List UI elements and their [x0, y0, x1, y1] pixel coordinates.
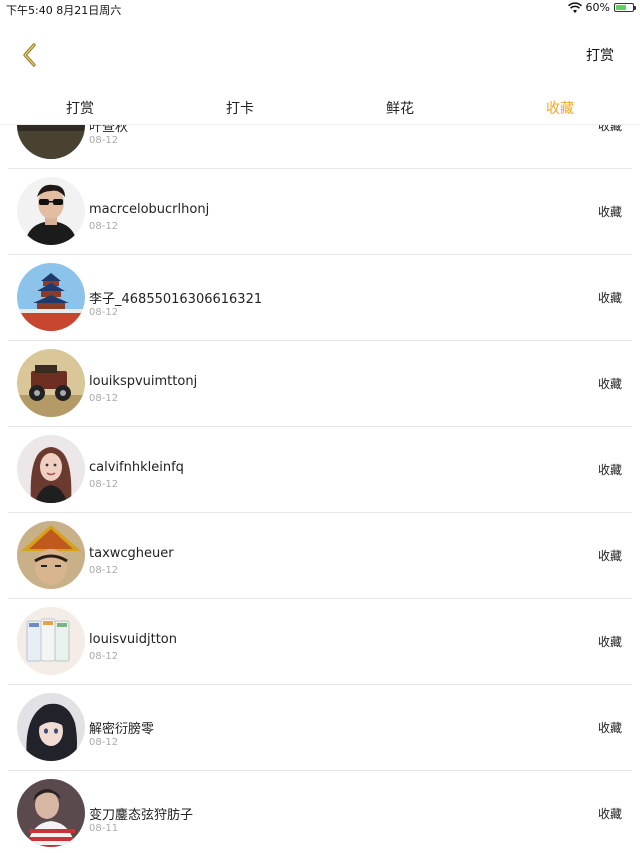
favorite-action[interactable]: 收藏 [598, 124, 622, 134]
woman-portrait-avatar [17, 435, 85, 503]
user-name: 变刀鏖态弦狩肪子 [89, 808, 194, 823]
status-time-date: 下午5:40 8月21日周六 [6, 4, 122, 17]
user-name: louikspvuimttonj [89, 374, 198, 389]
user-name: 叶查秋 [89, 124, 129, 135]
man-sunglasses-avatar [17, 177, 85, 245]
favorite-action[interactable]: 收藏 [598, 633, 622, 650]
striped-shirt-avatar [17, 779, 85, 847]
user-name: taxwcgheuer [89, 546, 174, 561]
chevron-left-icon [23, 43, 36, 67]
favorite-action[interactable]: 收藏 [598, 805, 622, 822]
tab-flowers[interactable]: 鲜花 [320, 90, 480, 124]
cards-avatar [17, 607, 85, 675]
user-name: louisvuidjtton [89, 632, 177, 647]
favorite-date: 08-12 [89, 651, 119, 662]
favorite-action[interactable]: 收藏 [598, 375, 622, 392]
favorite-action[interactable]: 收藏 [598, 461, 622, 478]
favorite-date: 08-12 [89, 221, 119, 232]
tab-favorites[interactable]: 收藏 [480, 90, 640, 124]
favorite-date: 08-11 [89, 823, 119, 834]
user-name: macrcelobucrlhonj [89, 202, 210, 217]
list-item[interactable]: louikspvuimttonj 08-12 收藏 [8, 341, 632, 427]
tab-reward[interactable]: 打赏 [0, 90, 160, 124]
anime-girl-avatar [17, 693, 85, 761]
favorite-date: 08-12 [89, 479, 119, 490]
temple-of-heaven-avatar [17, 263, 85, 331]
status-bar: 下午5:40 8月21日周六 60% [0, 0, 640, 18]
wifi-icon [567, 1, 582, 13]
list-item[interactable]: calvifnhkleinfq 08-12 收藏 [8, 427, 632, 513]
status-right-group: 60% [567, 1, 636, 14]
list-item[interactable]: 变刀鏖态弦狩肪子 08-11 收藏 [8, 771, 632, 853]
list-item[interactable]: 叶查秋 08-12 收藏 [8, 124, 632, 169]
list-item[interactable]: macrcelobucrlhonj 08-12 收藏 [8, 169, 632, 255]
favorite-action[interactable]: 收藏 [598, 289, 622, 306]
anime-hat-avatar [17, 521, 85, 589]
nav-bar: 打赏 [0, 30, 640, 80]
user-name: 李子_46855016306616321 [89, 292, 263, 307]
favorite-action[interactable]: 收藏 [598, 719, 622, 736]
vintage-car-avatar [17, 349, 85, 417]
back-button[interactable] [18, 42, 42, 68]
battery-fill [616, 5, 626, 10]
favorite-date: 08-12 [89, 307, 119, 318]
favorite-action[interactable]: 收藏 [598, 203, 622, 220]
list-item[interactable]: taxwcgheuer 08-12 收藏 [8, 513, 632, 599]
battery-charging-icon [614, 3, 636, 12]
list-item[interactable]: louisvuidjtton 08-12 收藏 [8, 599, 632, 685]
favorite-date: 08-12 [89, 737, 119, 748]
favorite-date: 08-12 [89, 135, 119, 146]
user-name: calvifnhkleinfq [89, 460, 184, 475]
text-image-avatar [17, 124, 85, 159]
favorite-action[interactable]: 收藏 [598, 547, 622, 564]
favorite-date: 08-12 [89, 393, 119, 404]
reward-button[interactable]: 打赏 [586, 45, 614, 65]
list-item[interactable]: 李子_46855016306616321 08-12 收藏 [8, 255, 632, 341]
battery-percent: 60% [585, 1, 610, 14]
favorite-date: 08-12 [89, 565, 119, 576]
tab-bar: 打赏 打卡 鲜花 收藏 [0, 90, 640, 125]
favorites-list[interactable]: 叶查秋 08-12 收藏 macrcelobucrlhonj 08-12 收藏 [0, 124, 640, 853]
tab-checkin[interactable]: 打卡 [160, 90, 320, 124]
list-item[interactable]: 解密衍膀零 08-12 收藏 [8, 685, 632, 771]
user-name: 解密衍膀零 [89, 722, 155, 737]
